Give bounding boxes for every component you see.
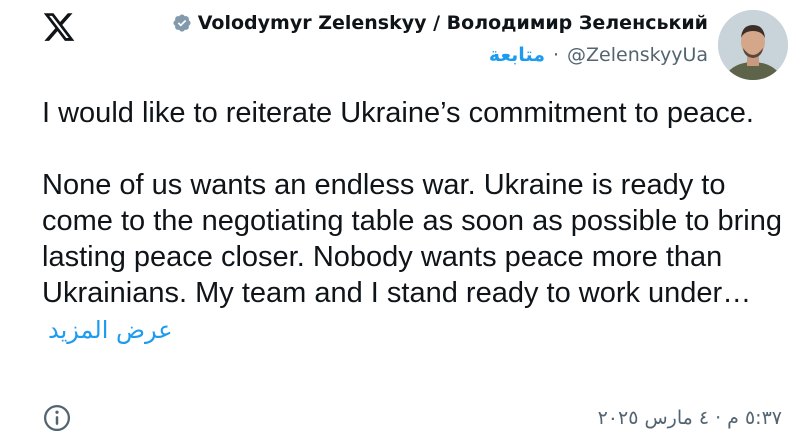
handle-row: متابعة · @ZelenskyyUa [489, 44, 708, 66]
tweet-header: Volodymyr Zelenskyy / Володимир Зеленськ… [172, 12, 708, 66]
verified-badge-icon [173, 14, 191, 32]
avatar-image [718, 10, 788, 80]
author-handle[interactable]: @ZelenskyyUa [567, 44, 708, 66]
tweet-footer: ٥:٣٧ م · ٤ مارس ٢٠٢٥ [42, 400, 782, 436]
tweet-timestamp[interactable]: ٥:٣٧ م · ٤ مارس ٢٠٢٥ [598, 407, 782, 429]
avatar[interactable] [718, 10, 788, 80]
author-display-name: Volodymyr Zelenskyy / Володимир Зеленськ… [197, 12, 708, 34]
separator-dot: · [552, 44, 560, 66]
tweet-paragraph: I would like to reiterate Ukraine’s comm… [42, 97, 754, 129]
tweet-paragraph-text: None of us wants an endless war. Ukraine… [42, 169, 782, 309]
show-more-link[interactable]: عرض المزيد [48, 316, 173, 344]
tweet-paragraph: None of us wants an endless war. Ukraine… [42, 167, 782, 348]
x-logo-icon[interactable] [42, 10, 76, 44]
tweet-body: I would like to reiterate Ukraine’s comm… [42, 95, 782, 348]
follow-button[interactable]: متابعة [489, 44, 545, 66]
author-name-row[interactable]: Volodymyr Zelenskyy / Володимир Зеленськ… [172, 12, 708, 34]
info-icon[interactable] [42, 403, 72, 433]
